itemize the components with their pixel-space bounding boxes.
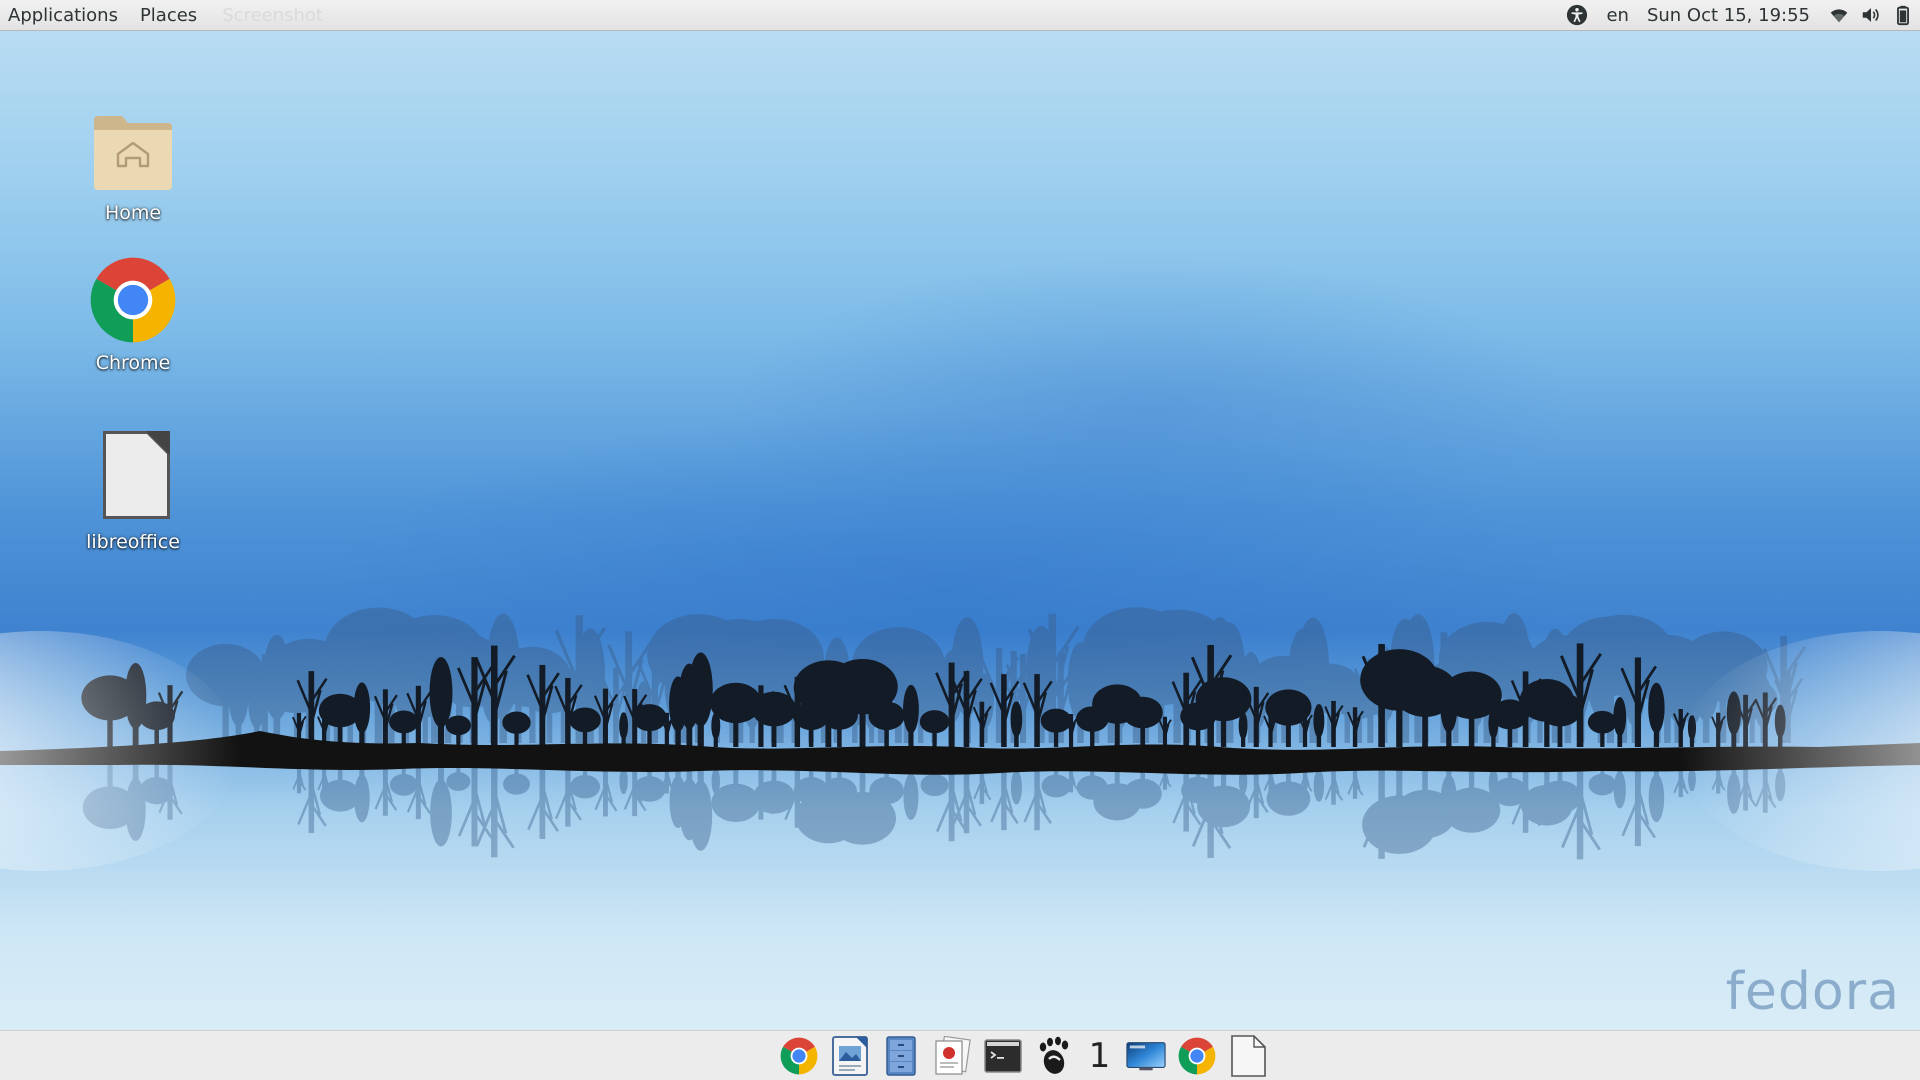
chrome-icon bbox=[780, 1037, 817, 1074]
keyboard-language[interactable]: en bbox=[1597, 0, 1637, 30]
dock-file-cabinet[interactable] bbox=[881, 1035, 921, 1077]
dock-chrome[interactable] bbox=[779, 1035, 819, 1077]
dock-remote-desktop[interactable] bbox=[1125, 1035, 1166, 1077]
fedora-watermark: fedora bbox=[1725, 962, 1900, 1022]
document-icon bbox=[103, 431, 170, 519]
volume-icon bbox=[1862, 8, 1879, 22]
status-area: en Sun Oct 15, 19:55 bbox=[1557, 0, 1920, 30]
wallpaper: Home Chrome libreoffice bbox=[0, 31, 1920, 1030]
desktop-icon-libreoffice[interactable]: libreoffice bbox=[68, 427, 198, 553]
clock[interactable]: Sun Oct 15, 19:55 bbox=[1638, 0, 1819, 30]
accessibility-menu[interactable] bbox=[1557, 0, 1597, 30]
active-app-menu[interactable]: Screenshot bbox=[208, 5, 323, 26]
dock-document-viewer[interactable] bbox=[932, 1035, 972, 1077]
desktop-icon-home[interactable]: Home bbox=[68, 106, 198, 224]
blank-document-icon bbox=[1230, 1034, 1266, 1077]
workspace-indicator[interactable]: 1 bbox=[1085, 1035, 1115, 1077]
image-viewer-icon bbox=[831, 1035, 868, 1076]
desktop-icon-label: Chrome bbox=[95, 352, 171, 374]
document-viewer-icon bbox=[934, 1035, 971, 1075]
home-folder-icon bbox=[94, 116, 172, 190]
desktop-icon-chrome[interactable]: Chrome bbox=[68, 254, 198, 374]
lake-tree-silhouette bbox=[0, 607, 1920, 871]
dock-chrome-2[interactable] bbox=[1177, 1035, 1217, 1077]
places-menu[interactable]: Places bbox=[129, 5, 208, 26]
applications-menu[interactable]: Applications bbox=[0, 5, 129, 26]
desktop-screen: Applications Places Screenshot en Sun Oc… bbox=[0, 0, 1920, 1080]
terminal-icon bbox=[983, 1038, 1022, 1073]
top-panel: Applications Places Screenshot en Sun Oc… bbox=[0, 0, 1920, 31]
dock-gnome[interactable] bbox=[1034, 1035, 1074, 1077]
chrome-icon bbox=[90, 257, 176, 343]
file-cabinet-icon bbox=[885, 1035, 916, 1076]
dock-panel: 1 bbox=[0, 1030, 1920, 1080]
gnome-foot-icon bbox=[1039, 1036, 1068, 1074]
dock-terminal[interactable] bbox=[983, 1035, 1023, 1077]
remote-desktop-icon bbox=[1125, 1041, 1166, 1070]
accessibility-icon bbox=[1567, 4, 1588, 26]
battery-icon bbox=[1897, 5, 1909, 26]
dock-image-viewer[interactable] bbox=[830, 1035, 870, 1077]
desktop-icon-label: Home bbox=[104, 202, 162, 224]
wifi-icon bbox=[1830, 9, 1848, 23]
desktop-icon-label: libreoffice bbox=[86, 531, 180, 553]
system-menu[interactable] bbox=[1819, 0, 1920, 30]
dock-blank-document[interactable] bbox=[1228, 1034, 1268, 1077]
chrome-icon bbox=[1178, 1037, 1215, 1074]
